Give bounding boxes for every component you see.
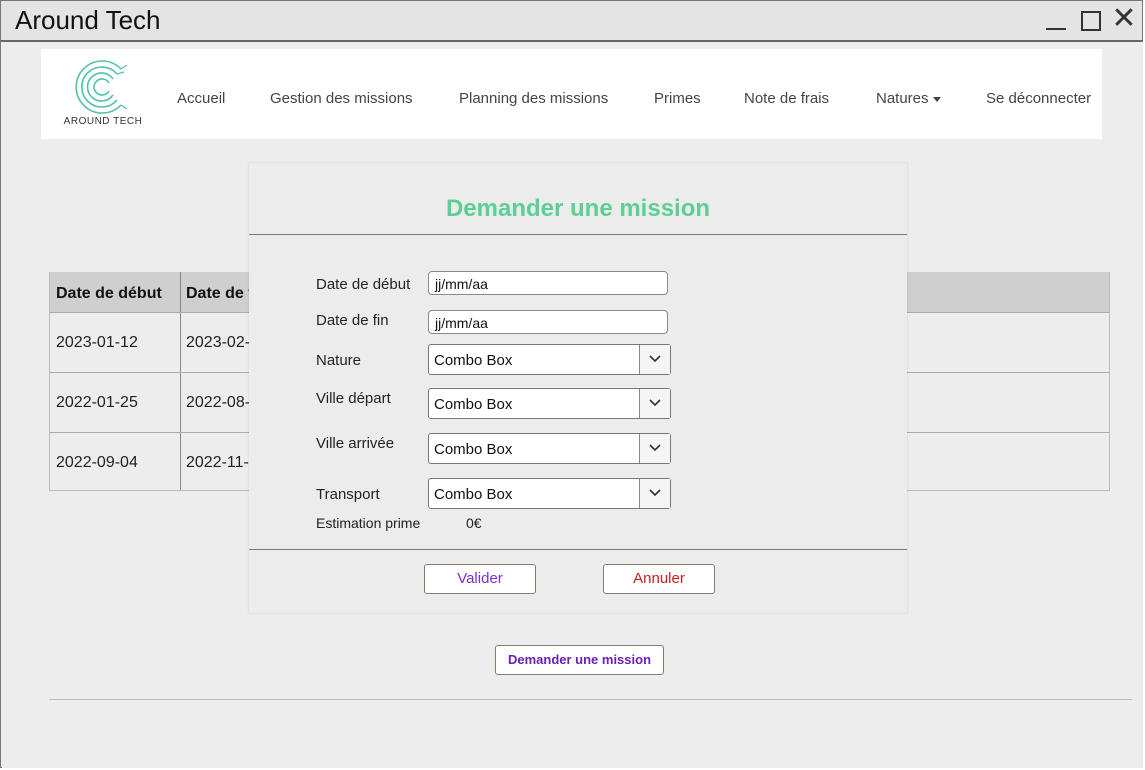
logo-text: AROUND TECH [63,116,143,127]
table-cell: 2023-02- [186,334,251,351]
col-header-date-fin: Date de f [186,285,254,302]
table-cell: 2022-11- [186,454,249,471]
table-cell: 2022-01-25 [56,394,138,411]
nature-combo-value: Combo Box [434,352,513,369]
ville-arrivee-combo-value: Combo Box [434,441,513,458]
modal-title: Demander une mission [445,195,711,222]
nav-logout[interactable]: Se déconnecter [986,90,1091,107]
col-header-date-debut: Date de début [56,285,162,302]
nav-note-de-frais[interactable]: Note de frais [744,90,829,107]
table-cell: 2022-08- [186,394,251,411]
logo-icon [75,60,128,114]
window-title: Around Tech [15,5,161,35]
chevron-down-icon[interactable] [639,479,670,508]
nav-accueil[interactable]: Accueil [177,90,225,107]
maximize-icon[interactable] [1079,8,1101,32]
ville-depart-label: Ville départ [316,390,391,407]
table-cell: 2023-01-12 [56,334,138,351]
chevron-down-icon[interactable] [639,434,670,463]
date-debut-input[interactable]: jj/mm/aa [428,271,668,295]
date-fin-label: Date de fin [316,312,389,329]
request-mission-modal: Demander une mission Date de début jj/mm… [249,163,907,613]
footer-divider [49,699,1132,700]
title-bar: Around Tech ✕ [1,1,1142,42]
modal-header-divider [249,234,907,235]
brand-logo[interactable]: AROUND TECH [57,57,149,135]
minimize-icon[interactable] [1044,8,1068,32]
nature-combo[interactable]: Combo Box [428,344,671,375]
column-divider [180,272,181,490]
nav-primes[interactable]: Primes [654,90,701,107]
ville-depart-combo[interactable]: Combo Box [428,388,671,419]
estimation-prime-label: Estimation prime [316,515,421,531]
app-window: Around Tech ✕ AROUND TECH Accueil Gestio… [0,0,1143,768]
modal-footer-divider [249,549,907,550]
chevron-down-icon[interactable] [639,389,670,418]
nav-gestion-missions[interactable]: Gestion des missions [270,90,413,107]
demander-mission-button[interactable]: Demander une mission [495,645,664,675]
transport-combo-value: Combo Box [434,486,513,503]
estimation-prime-value: 0€ [466,515,482,531]
nav-natures-dropdown[interactable]: Natures [876,90,941,107]
nav-natures-label: Natures [876,90,929,107]
nav-planning-missions[interactable]: Planning des missions [459,90,608,107]
navbar: AROUND TECH Accueil Gestion des missions… [41,49,1102,139]
ville-arrivee-combo[interactable]: Combo Box [428,433,671,464]
caret-down-icon [932,96,941,102]
table-cell: 2022-09-04 [56,454,138,471]
transport-label: Transport [316,486,380,503]
page-content: AROUND TECH Accueil Gestion des missions… [2,42,1143,768]
annuler-button[interactable]: Annuler [603,564,715,594]
valider-button[interactable]: Valider [424,564,536,594]
close-icon[interactable]: ✕ [1111,4,1137,34]
transport-combo[interactable]: Combo Box [428,478,671,509]
date-fin-input[interactable]: jj/mm/aa [428,310,668,334]
ville-arrivee-label: Ville arrivée [316,435,395,452]
ville-depart-combo-value: Combo Box [434,396,513,413]
chevron-down-icon[interactable] [639,345,670,374]
nature-label: Nature [316,352,362,369]
date-debut-label: Date de début [316,276,411,293]
